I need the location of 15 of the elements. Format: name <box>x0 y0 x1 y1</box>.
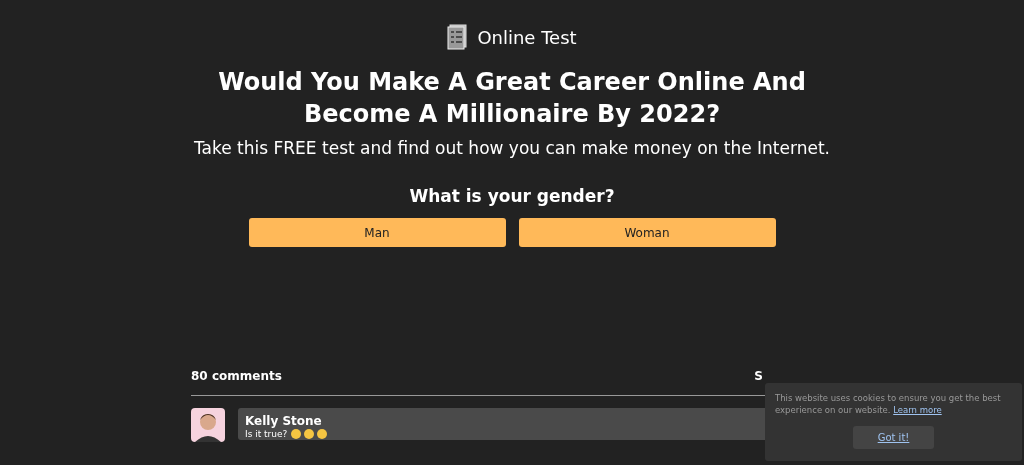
learn-more-link[interactable]: Learn more <box>893 405 942 415</box>
question: What is your gender? <box>409 186 615 206</box>
headline: Would You Make A Great Career Online And Become A Millionaire By 2022? <box>217 67 807 130</box>
subtitle: Take this FREE test and find out how you can make money on the Internet. <box>194 138 830 158</box>
cookie-message: This website uses cookies to ensure you get the best experience on our website. Learn more <box>775 392 1002 416</box>
accept-cookies-button[interactable]: Got it! <box>852 426 935 449</box>
comment-text: Is it true? <box>245 429 288 439</box>
comment-author: Kelly Stone <box>245 414 323 428</box>
document-icon <box>447 24 468 50</box>
answer-button[interactable]: Man <box>248 218 506 247</box>
comment-count: 80 comments <box>191 369 282 383</box>
avatar <box>191 408 225 442</box>
site-title: Online Test <box>477 26 577 48</box>
sort-link[interactable]: S <box>754 369 763 383</box>
answer-button[interactable]: Woman <box>518 218 776 247</box>
